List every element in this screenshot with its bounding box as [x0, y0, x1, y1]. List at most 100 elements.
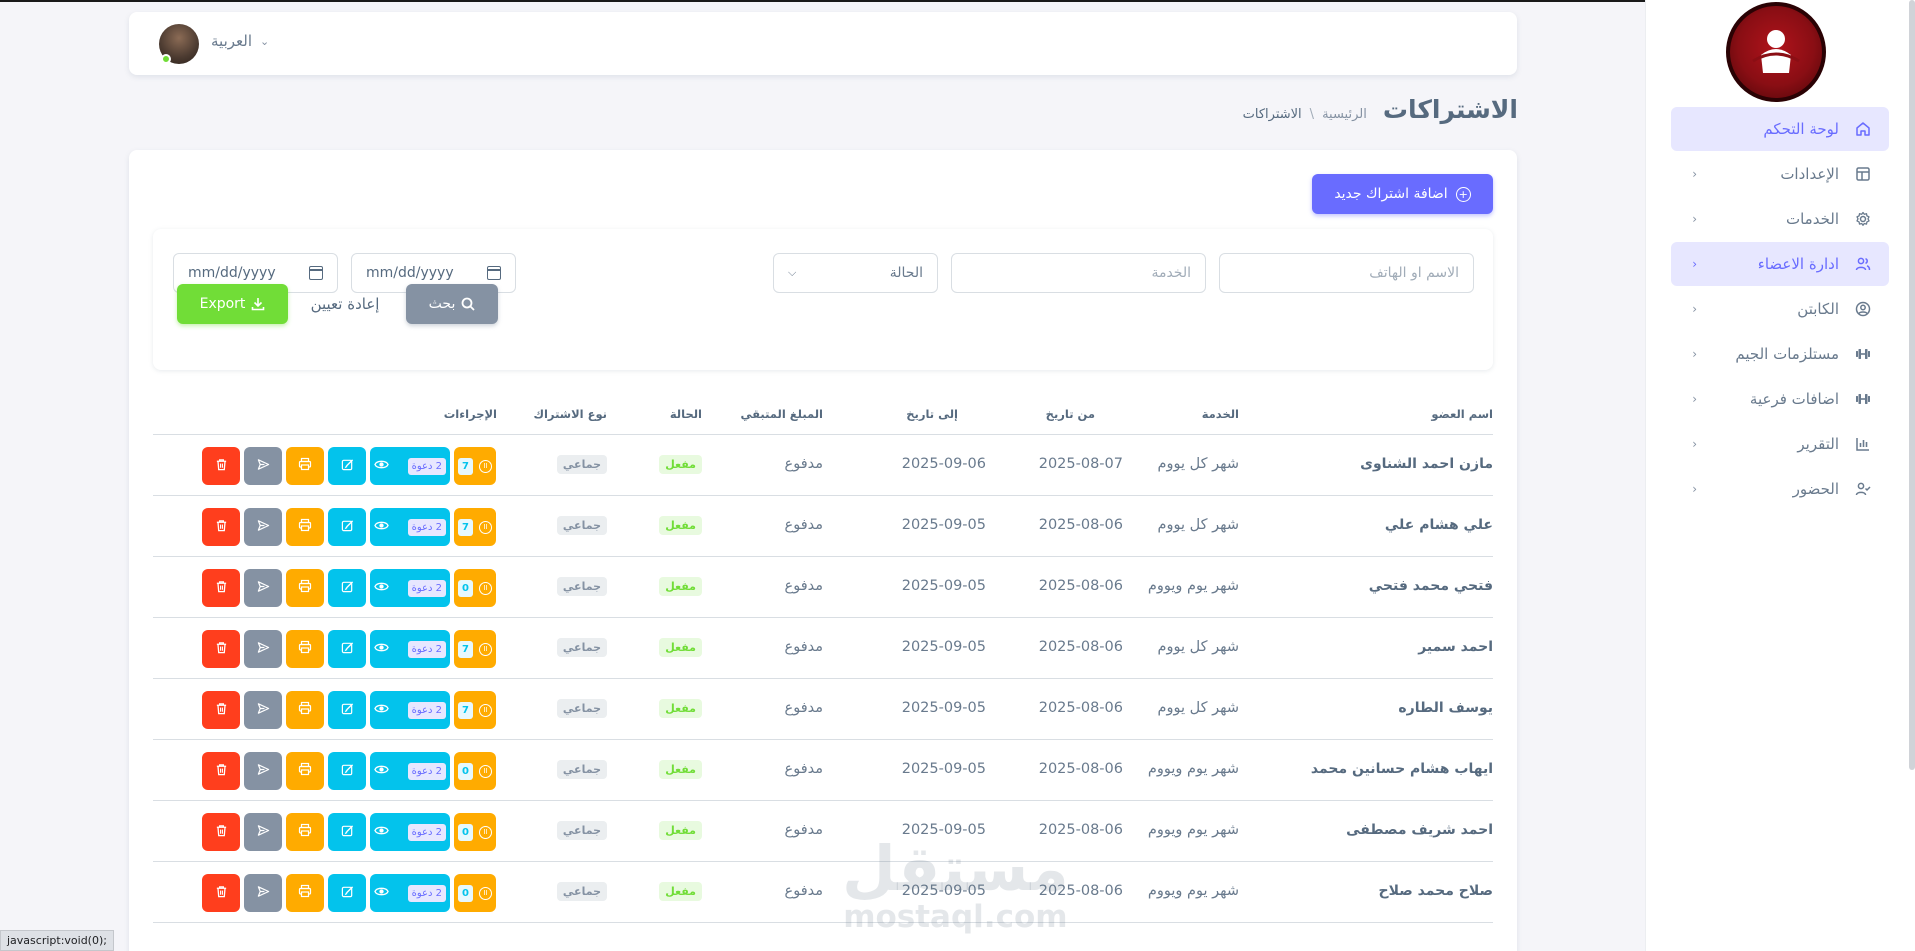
user-avatar[interactable]	[159, 24, 199, 64]
send-button[interactable]	[244, 813, 282, 851]
remaining-amount: مدفوع	[784, 517, 823, 533]
calendar-icon[interactable]	[309, 266, 323, 280]
delete-button[interactable]	[202, 569, 240, 607]
view-invites-button[interactable]: 2 دعوة	[370, 447, 450, 485]
send-icon	[257, 458, 270, 475]
send-button[interactable]	[244, 569, 282, 607]
eye-icon	[374, 762, 389, 781]
print-button[interactable]	[286, 691, 324, 729]
window-top-edge	[0, 0, 1915, 2]
top-navbar: ⌄ العربية	[129, 12, 1517, 75]
sidebar-item-label: الإعدادات	[1780, 165, 1839, 183]
delete-button[interactable]	[202, 752, 240, 790]
print-button[interactable]	[286, 447, 324, 485]
delete-button[interactable]	[202, 508, 240, 546]
name-or-phone-input[interactable]: الاسم او الهاتف	[1219, 253, 1474, 293]
send-button[interactable]	[244, 874, 282, 912]
table-header: اسم العضو الخدمة من تاريخ إلى تاريخ المب…	[153, 395, 1493, 435]
delete-button[interactable]	[202, 630, 240, 668]
delete-button[interactable]	[202, 874, 240, 912]
print-button[interactable]	[286, 569, 324, 607]
sidebar-item-8[interactable]: الحضور ‹	[1671, 467, 1889, 511]
eye-icon	[374, 823, 389, 842]
attendance-count-button[interactable]: 0 II	[454, 752, 496, 790]
sidebar-item-label: ادارة الاعضاء	[1757, 255, 1839, 273]
edit-button[interactable]	[328, 447, 366, 485]
invites-badge: 2 دعوة	[407, 579, 446, 597]
to-date: 2025-09-05	[901, 639, 986, 655]
reset-button[interactable]: إعادة تعيين	[301, 284, 389, 324]
chevron-left-icon: ‹	[1692, 437, 1697, 451]
remaining-amount: مدفوع	[784, 639, 823, 655]
printer-icon	[298, 884, 312, 902]
language-switcher[interactable]: ⌄ العربية	[211, 32, 269, 50]
add-subscription-button[interactable]: + اضافة اشتراك جديد	[1312, 174, 1493, 214]
sidebar-item-7[interactable]: التقرير ‹	[1671, 422, 1889, 466]
member-name: مازن احمد الشناوى	[1360, 456, 1493, 472]
view-invites-button[interactable]: 2 دعوة	[370, 752, 450, 790]
attendance-count-button[interactable]: 7 II	[454, 447, 496, 485]
service-name: شهر يوم ويووم	[1147, 822, 1239, 838]
edit-button[interactable]	[328, 691, 366, 729]
view-invites-button[interactable]: 2 دعوة	[370, 630, 450, 668]
send-button[interactable]	[244, 691, 282, 729]
sidebar-item-label: لوحة التحكم	[1763, 120, 1839, 138]
invites-badge: 2 دعوة	[407, 457, 446, 475]
brand-logo[interactable]	[1726, 2, 1826, 102]
sidebar-item-6[interactable]: اضافات فرعية ‹	[1671, 377, 1889, 421]
view-invites-button[interactable]: 2 دعوة	[370, 813, 450, 851]
print-button[interactable]	[286, 508, 324, 546]
export-button[interactable]: Export	[177, 284, 288, 324]
send-button[interactable]	[244, 630, 282, 668]
subscriptions-card: + اضافة اشتراك جديد الاسم او الهاتف الخد…	[129, 150, 1517, 951]
service-input[interactable]: الخدمة	[951, 253, 1206, 293]
sidebar-item-1[interactable]: الإعدادات ‹	[1671, 152, 1889, 196]
sidebar-item-3[interactable]: ادارة الاعضاء ‹	[1671, 242, 1915, 286]
status-badge: مفعل	[659, 821, 702, 840]
attendance-count-button[interactable]: 7 II	[454, 508, 496, 546]
attendance-count-button[interactable]: 0 II	[454, 569, 496, 607]
dumbbell-icon	[1853, 344, 1873, 364]
delete-button[interactable]	[202, 691, 240, 729]
attendance-count-button[interactable]: 0 II	[454, 874, 496, 912]
attendance-count-button[interactable]: 0 II	[454, 813, 496, 851]
print-button[interactable]	[286, 752, 324, 790]
print-button[interactable]	[286, 874, 324, 912]
count-badge: 0	[458, 823, 473, 841]
delete-button[interactable]	[202, 447, 240, 485]
send-button[interactable]	[244, 508, 282, 546]
sidebar-item-2[interactable]: الخدمات ‹	[1671, 197, 1889, 241]
view-invites-button[interactable]: 2 دعوة	[370, 874, 450, 912]
edit-button[interactable]	[328, 508, 366, 546]
edit-button[interactable]	[328, 630, 366, 668]
send-button[interactable]	[244, 752, 282, 790]
delete-button[interactable]	[202, 813, 240, 851]
view-invites-button[interactable]: 2 دعوة	[370, 691, 450, 729]
view-invites-button[interactable]: 2 دعوة	[370, 569, 450, 607]
table-row: علي هشام علي شهر كل يووم 2025-08-06 2025-09…	[153, 496, 1493, 557]
page-scrollbar[interactable]	[1909, 0, 1915, 770]
breadcrumb-home[interactable]: الرئيسية	[1322, 107, 1367, 122]
bar-chart-icon	[1853, 434, 1873, 454]
print-button[interactable]	[286, 813, 324, 851]
pause-circle-icon: II	[479, 520, 492, 534]
sidebar-item-5[interactable]: مستلزمات الجيم ‹	[1671, 332, 1889, 376]
search-button[interactable]: بحث	[406, 284, 498, 324]
attendance-count-button[interactable]: 7 II	[454, 691, 496, 729]
send-button[interactable]	[244, 447, 282, 485]
attendance-count-button[interactable]: 7 II	[454, 630, 496, 668]
sidebar-item-0[interactable]: لوحة التحكم	[1671, 107, 1915, 151]
edit-button[interactable]	[328, 569, 366, 607]
subscriptions-table: اسم العضو الخدمة من تاريخ إلى تاريخ المب…	[153, 395, 1493, 923]
edit-button[interactable]	[328, 813, 366, 851]
edit-button[interactable]	[328, 752, 366, 790]
edit-button[interactable]	[328, 874, 366, 912]
service-name: شهر يوم ويووم	[1147, 578, 1239, 594]
to-date: 2025-09-05	[901, 883, 986, 899]
view-invites-button[interactable]: 2 دعوة	[370, 508, 450, 546]
column-type: نوع الاشتراك	[533, 407, 607, 421]
calendar-icon[interactable]	[487, 266, 501, 280]
sidebar-item-4[interactable]: الكابتن ‹	[1671, 287, 1889, 331]
status-select[interactable]: الحالة ⌵	[773, 253, 938, 293]
print-button[interactable]	[286, 630, 324, 668]
